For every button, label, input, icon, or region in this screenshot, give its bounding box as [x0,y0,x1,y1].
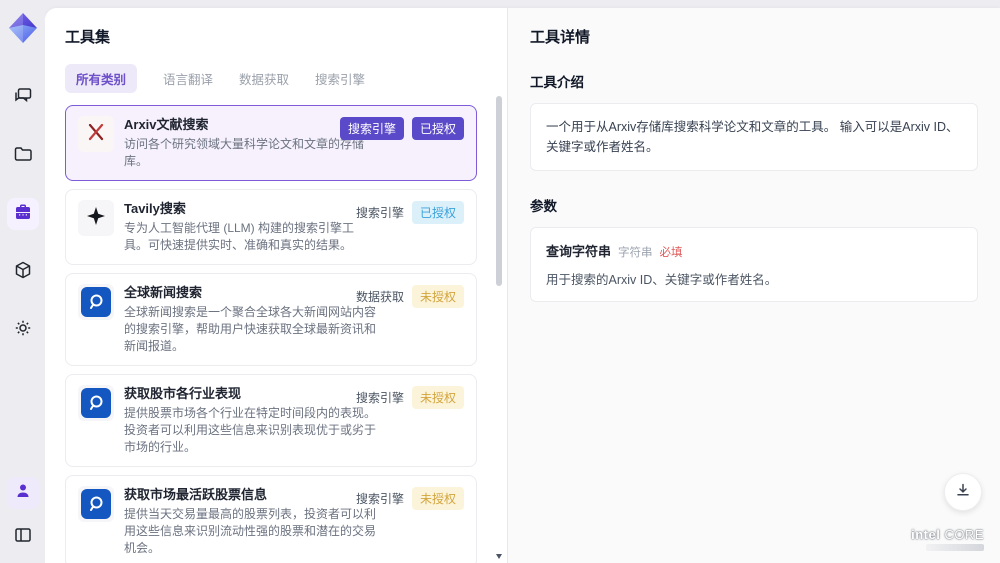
tool-description: 全球新闻搜索是一个聚合全球各大新闻网站内容的搜索引擎，帮助用户快速获取全球最新资… [124,305,377,353]
tool-tags: 数据获取 未授权 [356,285,464,308]
tool-detail-pane: 工具详情 工具介绍 一个用于从Arxiv存储库搜索科学论文和文章的工具。 输入可… [508,8,1000,563]
sidebar-item-chat[interactable] [7,82,39,114]
tool-name: 全球新闻搜索 [124,285,203,300]
tool-description: 提供当天交易量最高的股票列表，投资者可以利用这些信息来识别流动性强的股票和潜在的… [124,507,377,555]
tool-text: Arxiv文献搜索 访问各个研究领域大量科学论文和文章的存储库。 [124,116,376,170]
category-tab[interactable]: 搜索引擎 [315,64,365,93]
tool-status-badge: 未授权 [411,487,464,510]
category-tab[interactable]: 语言翻译 [163,64,213,93]
tool-name: Arxiv文献搜索 [124,117,209,132]
tool-status-badge: 未授权 [411,386,464,409]
tool-status-badge: 已授权 [411,117,464,140]
sidebar-bottom [0,477,45,553]
tool-tags: 搜索引擎 未授权 [356,386,464,409]
tool-list-item[interactable]: 获取市场最活跃股票信息 提供当天交易量最高的股票列表，投资者可以利用这些信息来识… [65,475,477,563]
tool-name: Tavily搜索 [124,201,186,216]
panel-layout-icon [13,525,33,550]
tool-status-badge: 已授权 [411,201,464,224]
chat-icon [13,86,33,111]
scrollbar-down-caret[interactable] [496,554,502,559]
tool-list-item[interactable]: 全球新闻搜索 全球新闻搜索是一个聚合全球各大新闻网站内容的搜索引擎，帮助用户快速… [65,273,477,366]
tool-tags: 搜索引擎 已授权 [339,117,464,140]
tool-list-pane: 工具集 所有类别 语言翻译 数据获取 搜索引擎 Arxiv文献搜索 访问各个研究领域大… [45,8,508,563]
intro-heading: 工具介绍 [530,75,584,90]
param-name: 查询字符串 [546,244,612,259]
tool-category-tag: 数据获取 [355,290,404,304]
tool-tags: 搜索引擎 已授权 [356,201,464,224]
tab-bar: 所有类别 语言翻译 数据获取 搜索引擎 [65,64,487,93]
app-logo-icon [5,10,41,46]
tool-icon-box [78,200,114,236]
category-tab[interactable]: 所有类别 [65,64,138,93]
tool-text: 全球新闻搜索 全球新闻搜索是一个聚合全球各大新闻网站内容的搜索引擎，帮助用户快速… [124,284,376,355]
sidebar-item-files[interactable] [7,140,39,172]
scrollbar-thumb[interactable] [496,96,502,286]
param-required-flag: 必填 [659,247,683,259]
tool-name: 获取市场最活跃股票信息 [124,487,268,502]
finance-icon [81,287,111,317]
tool-description: 专为人工智能代理 (LLM) 构建的搜索引擎工具。可快速提供实时、准确和真实的结… [124,221,355,252]
tool-category-tag: 搜索引擎 [339,117,404,140]
tool-category-tag: 搜索引擎 [355,391,404,405]
param-card: 查询字符串 字符串 必填 用于搜索的Arxiv ID、关键字或作者姓名。 [530,227,978,302]
arxiv-icon [85,121,107,148]
toolbox-icon [13,202,33,227]
sidebar-nav [6,82,39,346]
tool-tags: 搜索引擎 未授权 [356,487,464,510]
sidebar-item-settings[interactable] [7,314,39,346]
sidebar-item-packages[interactable] [7,256,39,288]
param-desc: 用于搜索的Arxiv ID、关键字或作者姓名。 [546,273,778,287]
tool-text: 获取股市各行业表现 提供股票市场各个行业在特定时间段内的表现。投资者可以利用这些… [124,385,376,456]
folder-icon [13,144,33,169]
tool-description: 提供股票市场各个行业在特定时间段内的表现。投资者可以利用这些信息来识别表现优于或… [124,406,377,454]
finance-icon [81,489,111,519]
intel-core-logo: intel CORE [911,527,984,551]
tool-list-item[interactable]: Tavily搜索 专为人工智能代理 (LLM) 构建的搜索引擎工具。可快速提供实… [65,189,477,265]
cube-icon [13,260,33,285]
core-logo-text: CORE [944,527,984,542]
tool-description: 访问各个研究领域大量科学论文和文章的存储库。 [124,137,365,168]
tool-status-badge: 未授权 [411,285,464,308]
tool-text: 获取市场最活跃股票信息 提供当天交易量最高的股票列表，投资者可以利用这些信息来识… [124,486,376,557]
param-header: 查询字符串 字符串 必填 [546,241,962,260]
intro-text: 一个用于从Arxiv存储库搜索科学论文和文章的工具。 输入可以是Arxiv ID… [546,120,959,154]
tool-icon-box [78,284,114,320]
intel-core-subline [926,544,984,551]
user-icon [13,481,33,506]
sidebar-item-collapse[interactable] [7,521,39,553]
tool-icon-box [78,486,114,522]
tool-list-item[interactable]: 获取股市各行业表现 提供股票市场各个行业在特定时间段内的表现。投资者可以利用这些… [65,374,477,467]
param-type: 字符串 [618,247,653,259]
detail-title: 工具详情 [530,29,591,46]
tool-list-item[interactable]: Arxiv文献搜索 访问各个研究领域大量科学论文和文章的存储库。 搜索引擎 已授… [65,105,477,181]
tool-list: Arxiv文献搜索 访问各个研究领域大量科学论文和文章的存储库。 搜索引擎 已授… [65,105,477,563]
category-tab[interactable]: 数据获取 [239,64,289,93]
list-scrollbar[interactable] [496,96,502,559]
intro-card: 一个用于从Arxiv存储库搜索科学论文和文章的工具。 输入可以是Arxiv ID… [530,103,978,171]
download-button[interactable] [944,473,982,511]
sidebar-item-toolbox[interactable] [6,198,39,230]
sidebar-item-user[interactable] [6,477,39,509]
gear-icon [13,318,33,343]
intel-logo-text: intel [911,527,941,542]
tool-text: Tavily搜索 专为人工智能代理 (LLM) 构建的搜索引擎工具。可快速提供实… [124,200,376,254]
tavily-icon [85,205,107,232]
page-title: 工具集 [65,29,111,46]
finance-icon [81,388,111,418]
download-icon [955,482,971,503]
tool-category-tag: 搜索引擎 [355,206,404,220]
params-heading: 参数 [530,199,557,214]
tool-icon-box [78,385,114,421]
tool-icon-box [78,116,114,152]
sidebar-rail [0,0,45,563]
main-panel: 工具集 所有类别 语言翻译 数据获取 搜索引擎 Arxiv文献搜索 访问各个研究领域大… [45,8,1000,563]
tool-name: 获取股市各行业表现 [124,386,242,401]
tool-category-tag: 搜索引擎 [355,492,404,506]
